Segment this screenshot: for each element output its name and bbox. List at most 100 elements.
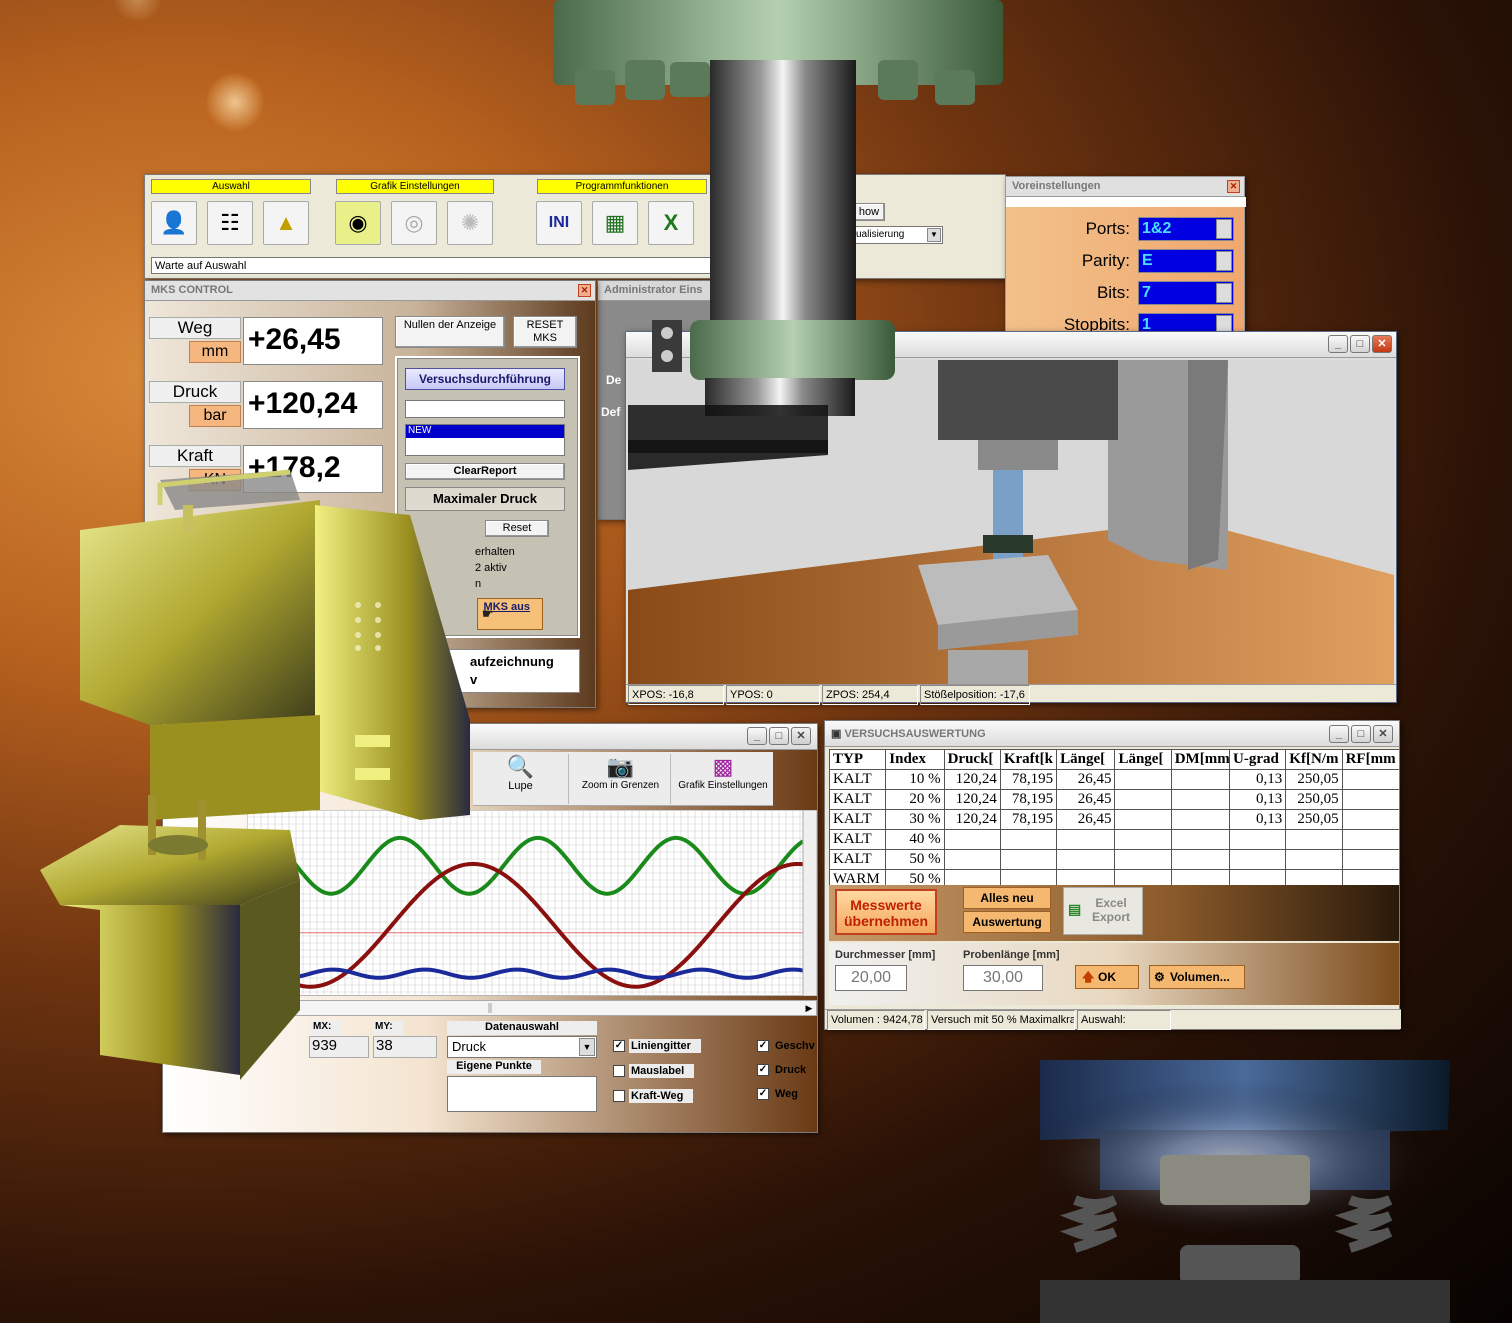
maximize-icon[interactable]: □	[1350, 335, 1370, 353]
table-row[interactable]: KALT 50 %	[829, 849, 1399, 870]
minimize-icon[interactable]: _	[1328, 335, 1348, 353]
spinner-icon[interactable]	[1216, 283, 1232, 303]
messwerte-uebernehmen-button[interactable]: Messwerte übernehmen	[835, 889, 937, 935]
results-table: TYP Index Druck[Kraft[k Länge[Länge[DM[mm U-…	[829, 749, 1399, 885]
ring-disabled-icon[interactable]: ◎	[391, 201, 437, 245]
column-header[interactable]: TYP	[829, 749, 887, 770]
column-header[interactable]: Index	[885, 749, 945, 770]
table-cell	[1341, 809, 1399, 830]
list-item[interactable]: NEW	[406, 425, 564, 438]
horizontal-scrollbar[interactable]: ▶	[247, 1000, 817, 1016]
excel-icon: ▤	[1068, 901, 1082, 917]
measure-unit: bar	[189, 405, 241, 427]
nullen-button[interactable]: Nullen der Anzeige	[395, 316, 505, 348]
column-header[interactable]: Länge[	[1056, 749, 1116, 770]
column-header[interactable]: U-grad	[1229, 749, 1287, 770]
card-icon[interactable]: ▦	[592, 201, 638, 245]
auswertung-button[interactable]: Auswertung	[963, 911, 1051, 933]
ok-button[interactable]: 🡅 OK	[1075, 965, 1139, 989]
checkbox-1[interactable]: Mauslabel	[613, 1064, 695, 1078]
table-cell	[999, 869, 1058, 885]
setting-label: Ports:	[1085, 219, 1130, 238]
checkbox-2[interactable]: Kraft-Weg	[613, 1089, 694, 1103]
table-cell: 10 %	[885, 769, 945, 790]
ini-icon[interactable]: INI	[536, 201, 582, 245]
maximize-icon[interactable]: □	[769, 727, 789, 745]
checkbox-box[interactable]: ✓	[757, 1088, 769, 1101]
close-icon[interactable]: ✕	[791, 727, 811, 745]
durchmesser-input[interactable]: 20,00	[835, 965, 907, 991]
scroll-right-icon[interactable]: ▶	[802, 1001, 816, 1015]
alles-neu-button[interactable]: Alles neu	[963, 887, 1051, 909]
table-row[interactable]: KALT 30 % 120,24 78,195 26,45 0,13 250,05	[829, 809, 1399, 830]
close-icon[interactable]: ✕	[1227, 180, 1240, 193]
versuchsdurchfuehrung-button[interactable]: Versuchsdurchführung	[405, 368, 565, 390]
vertical-scrollbar[interactable]	[802, 810, 817, 996]
checkbox-box[interactable]	[613, 1090, 625, 1103]
versuch-list[interactable]: NEW	[405, 424, 565, 456]
lupe-button[interactable]: 🔍 Lupe	[473, 754, 569, 804]
eigene-punkte-list[interactable]	[447, 1076, 597, 1112]
checkbox-0[interactable]: ✓ Liniengitter	[613, 1039, 701, 1053]
show-button[interactable]: how	[853, 203, 885, 221]
volumen-button[interactable]: ⚙ Volumen...	[1149, 965, 1245, 989]
reset-mks-button[interactable]: RESET MKS	[513, 316, 577, 348]
gear-disabled-icon[interactable]: ✺	[447, 201, 493, 245]
table-cell	[1170, 769, 1231, 790]
versuch-input[interactable]	[405, 400, 565, 418]
table-cell: WARM	[829, 869, 887, 885]
table-cell	[1114, 849, 1172, 870]
close-icon[interactable]: ✕	[578, 284, 591, 297]
maximize-icon[interactable]: □	[1351, 725, 1371, 743]
series-checkbox-1[interactable]: ✓ Druck	[757, 1064, 816, 1077]
spinner-icon[interactable]	[1216, 251, 1232, 271]
setting-spin-2[interactable]: 7	[1138, 281, 1234, 305]
column-header[interactable]: DM[mm	[1170, 749, 1231, 770]
excel-icon[interactable]: X	[648, 201, 694, 245]
series-checkbox-2[interactable]: ✓ Weg	[757, 1088, 808, 1101]
column-header[interactable]: Länge[	[1114, 749, 1172, 770]
probenlaenge-input[interactable]: 30,00	[963, 965, 1043, 991]
checkbox-box[interactable]	[613, 1065, 625, 1078]
clearreport-button[interactable]: ClearReport	[405, 463, 565, 480]
grafik-einstellungen-button[interactable]: ▩ Grafik Einstellungen	[673, 754, 773, 804]
reset-button[interactable]: Reset	[485, 520, 549, 537]
column-header[interactable]: Kraft[k	[999, 749, 1058, 770]
setting-spin-0[interactable]: 1&2	[1138, 217, 1234, 241]
visualisierung-select[interactable]: ualisierung ▼	[853, 226, 943, 244]
table-cell: 50 %	[885, 869, 945, 885]
list-icon[interactable]: ☷	[207, 201, 253, 245]
table-row[interactable]: WARM 50 %	[829, 869, 1399, 885]
mks-aus-button[interactable]: ☛ MKS aus	[477, 598, 543, 630]
spinner-icon[interactable]	[1216, 219, 1232, 239]
checkbox-box[interactable]: ✓	[613, 1040, 625, 1053]
sine-plot[interactable]	[247, 810, 817, 996]
voreinstellungen-title: Voreinstellungen ✕	[1006, 177, 1244, 197]
zpos-readout: ZPOS: 254,4	[822, 685, 918, 705]
close-icon[interactable]: ✕	[1372, 335, 1392, 353]
column-header[interactable]: RF[mm	[1341, 749, 1399, 770]
table-row[interactable]: KALT 40 %	[829, 829, 1399, 850]
column-header[interactable]: Kf[N/m	[1285, 749, 1343, 770]
measure-unit: mm	[189, 341, 241, 363]
auswertung-title: ▣ VERSUCHSAUSWERTUNG _ □ ✕	[825, 721, 1399, 747]
lens-flare	[110, 0, 165, 20]
checkbox-box[interactable]: ✓	[757, 1064, 769, 1077]
setting-spin-1[interactable]: E	[1138, 249, 1234, 273]
minimize-icon[interactable]: _	[1329, 725, 1349, 743]
column-header[interactable]: Druck[	[943, 749, 1001, 770]
ring-icon[interactable]: ◉	[335, 201, 381, 245]
zoom-button[interactable]: 📷 Zoom in Grenzen	[571, 754, 671, 804]
checkbox-box[interactable]: ✓	[757, 1040, 769, 1053]
datenauswahl-select[interactable]: Druck ▼	[447, 1036, 597, 1058]
table-row[interactable]: KALT 10 % 120,24 78,195 26,45 0,13 250,05	[829, 769, 1399, 790]
excel-export-button[interactable]: ▤ Excel Export	[1063, 887, 1143, 935]
user-icon[interactable]: 👤	[151, 201, 197, 245]
press-3d-view[interactable]	[628, 360, 1394, 686]
close-icon[interactable]: ✕	[1373, 725, 1393, 743]
minimize-icon[interactable]: _	[747, 727, 767, 745]
window-app-icon: ▣	[831, 728, 845, 740]
table-row[interactable]: KALT 20 % 120,24 78,195 26,45 0,13 250,05	[829, 789, 1399, 810]
graph-tool-icon[interactable]: ▲	[263, 201, 309, 245]
series-checkbox-0[interactable]: ✓ Geschv	[757, 1040, 825, 1053]
